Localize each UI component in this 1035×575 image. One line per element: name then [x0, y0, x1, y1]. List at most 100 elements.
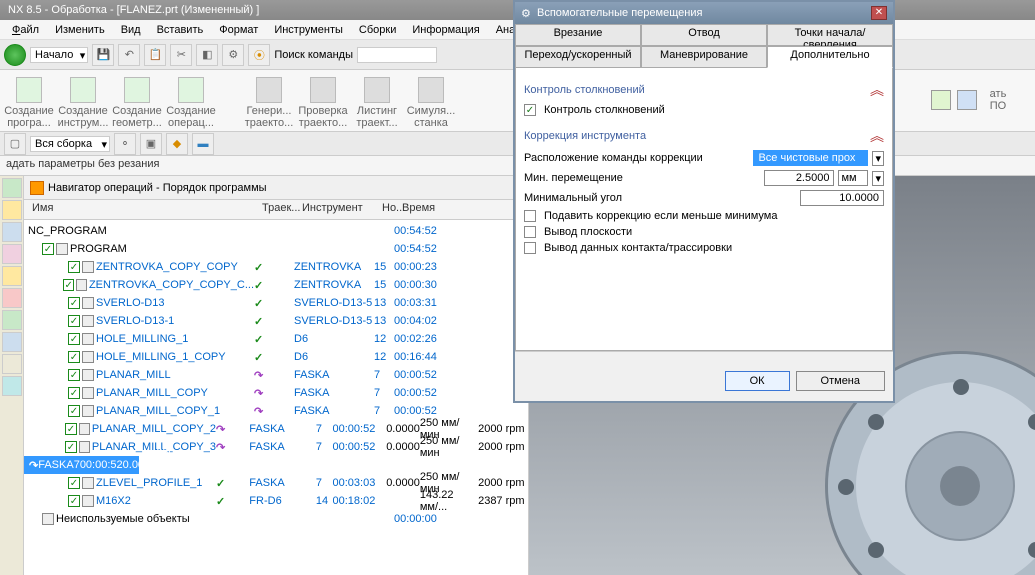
seltool4-icon[interactable]: ◆: [166, 133, 188, 155]
simulate-button[interactable]: Симуля... станка: [406, 72, 456, 129]
group-collision: Контроль столкновений︽ ✓Контроль столкно…: [524, 80, 884, 116]
col-tool[interactable]: Инструмент: [298, 200, 378, 219]
lb8-icon[interactable]: [2, 332, 22, 352]
chevron-up-icon[interactable]: ︽: [870, 80, 884, 100]
create-op-button[interactable]: Создание операц...: [166, 72, 216, 129]
menu-format[interactable]: Формат: [219, 24, 258, 36]
suppress-checkbox[interactable]: [524, 210, 536, 222]
right-toolbar: ать ПО: [925, 70, 1035, 130]
tab-avoid[interactable]: Маневрирование: [641, 46, 767, 68]
list-button[interactable]: Листинг траект...: [352, 72, 402, 129]
lb4-icon[interactable]: [2, 244, 22, 264]
rt1-icon[interactable]: [931, 90, 951, 110]
minmove-input[interactable]: [764, 170, 834, 186]
col-trajectory[interactable]: Траек...: [258, 200, 298, 219]
contact-output-label: Вывод данных контакта/трассировки: [544, 242, 884, 254]
op-row: ✓HOLE_MILLING_1✓D61200:02:26: [24, 330, 528, 348]
tab-startdrill[interactable]: Точки начала/сверления: [767, 24, 893, 46]
location-label: Расположение команды коррекции: [524, 152, 749, 164]
lb10-icon[interactable]: [2, 376, 22, 396]
minangle-label: Минимальный угол: [524, 192, 796, 204]
ato-button[interactable]: ать ПО: [983, 88, 1013, 112]
location-select[interactable]: Все чистовые прох: [753, 150, 868, 166]
op-row: ✓SVERLO-D13✓SVERLO-D13-51300:03:31: [24, 294, 528, 312]
op-row: ✓PLANAR_MILL_COPY↷FASKA700:00:52: [24, 384, 528, 402]
tabs-row2: Переход/ускоренный Маневрирование Дополн…: [515, 46, 893, 68]
op-row: ✓ZENTROVKA_COPY_COPY✓ZENTROVKA1500:00:23: [24, 258, 528, 276]
chevron-up-icon[interactable]: ︽: [870, 126, 884, 146]
plane-output-label: Вывод плоскости: [544, 226, 884, 238]
seltool5-icon[interactable]: ▬: [192, 133, 214, 155]
lb5-icon[interactable]: [2, 266, 22, 286]
dialog-button-row: ОК Отмена: [515, 361, 893, 401]
tool1-icon[interactable]: ◧: [196, 44, 218, 66]
col-holder[interactable]: Но...: [378, 200, 398, 219]
auxiliary-moves-dialog: ⚙ Вспомогательные перемещения ✕ Врезание…: [513, 0, 895, 403]
undo-icon[interactable]: ↶: [118, 44, 140, 66]
ok-button[interactable]: ОК: [725, 371, 790, 391]
operation-tree[interactable]: NC_PROGRAM00:54:52 ✓PROGRAM00:54:52 ✓ZEN…: [24, 220, 528, 530]
verify-button[interactable]: Проверка траекто...: [298, 72, 348, 129]
op-row: ✓SVERLO-D13-1✓SVERLO-D13-51300:04:02: [24, 312, 528, 330]
seltool1-icon[interactable]: ▢: [4, 133, 26, 155]
minangle-input[interactable]: [800, 190, 884, 206]
suppress-label: Подавить коррекцию если меньше минимума: [544, 210, 884, 222]
start-dropdown[interactable]: Начало: [30, 47, 88, 63]
menu-file[interactable]: Файл: [12, 24, 39, 36]
create-tool-button[interactable]: Создание инструм...: [58, 72, 108, 129]
search-input[interactable]: [357, 47, 437, 63]
seltool2-icon[interactable]: ⚬: [114, 133, 136, 155]
contact-output-checkbox[interactable]: [524, 242, 536, 254]
search-label: Поиск команды: [274, 49, 353, 61]
menu-edit[interactable]: Изменить: [55, 24, 105, 36]
lb6-icon[interactable]: [2, 288, 22, 308]
gear-icon: ⚙: [521, 7, 533, 19]
collision-checkbox[interactable]: ✓: [524, 104, 536, 116]
op-row-selected: ✓PLANAR_MILL_COPY_4↷FASKA700:00:520.0000…: [24, 456, 139, 474]
op-row: ✓HOLE_MILLING_1_COPY✓D61200:16:44: [24, 348, 528, 366]
lb9-icon[interactable]: [2, 354, 22, 374]
close-icon[interactable]: ✕: [871, 6, 887, 20]
lb3-icon[interactable]: [2, 222, 22, 242]
lb7-icon[interactable]: [2, 310, 22, 330]
copy-icon[interactable]: 📋: [144, 44, 166, 66]
op-row: ✓ZENTROVKA_COPY_COPY_C...✓ZENTROVKA1500:…: [24, 276, 528, 294]
tab-more[interactable]: Дополнительно: [767, 46, 893, 68]
op-row: ✓M16X2✓FR-D61400:18:02143.22 мм/...2387 …: [24, 492, 528, 510]
minmove-label: Мин. перемещение: [524, 172, 760, 184]
operation-navigator: Навигатор операций - Порядок программы И…: [24, 176, 529, 575]
save-icon[interactable]: 💾: [92, 44, 114, 66]
tab-transfer[interactable]: Переход/ускоренный: [515, 46, 641, 68]
tree-root: NC_PROGRAM00:54:52: [24, 222, 528, 240]
seltool3-icon[interactable]: ▣: [140, 133, 162, 155]
assembly-select[interactable]: Вся сборка: [30, 136, 110, 152]
plane-output-checkbox[interactable]: [524, 226, 536, 238]
tab-retract[interactable]: Отвод: [641, 24, 767, 46]
unit-select[interactable]: мм: [838, 170, 868, 186]
create-program-button[interactable]: Создание програ...: [4, 72, 54, 129]
cut-icon[interactable]: ✂: [170, 44, 192, 66]
menu-tools[interactable]: Инструменты: [274, 24, 343, 36]
rt2-icon[interactable]: [957, 90, 977, 110]
machining-icon[interactable]: ⦿: [248, 44, 270, 66]
dropdown-arrow-icon[interactable]: ▾: [872, 171, 884, 186]
tab-engage[interactable]: Врезание: [515, 24, 641, 46]
menu-assemblies[interactable]: Сборки: [359, 24, 396, 36]
col-time[interactable]: Время: [398, 200, 453, 219]
menu-view[interactable]: Вид: [121, 24, 141, 36]
col-name[interactable]: Имя: [28, 200, 258, 219]
op-row: ✓PLANAR_MILL↷FASKA700:00:52: [24, 366, 528, 384]
dialog-title: Вспомогательные перемещения: [537, 7, 702, 19]
dropdown-arrow-icon[interactable]: ▾: [872, 151, 884, 166]
horizontal-scrollbar[interactable]: [515, 351, 893, 361]
lb2-icon[interactable]: [2, 200, 22, 220]
cancel-button[interactable]: Отмена: [796, 371, 885, 391]
tool2-icon[interactable]: ⚙: [222, 44, 244, 66]
dialog-titlebar[interactable]: ⚙ Вспомогательные перемещения ✕: [515, 2, 893, 24]
menu-insert[interactable]: Вставить: [157, 24, 204, 36]
create-geom-button[interactable]: Создание геометр...: [112, 72, 162, 129]
menu-info[interactable]: Информация: [412, 24, 479, 36]
lb1-icon[interactable]: [2, 178, 22, 198]
generate-button[interactable]: Генери... траекто...: [244, 72, 294, 129]
group-cutter-comp: Коррекция инструмента︽ Расположение кома…: [524, 126, 884, 254]
